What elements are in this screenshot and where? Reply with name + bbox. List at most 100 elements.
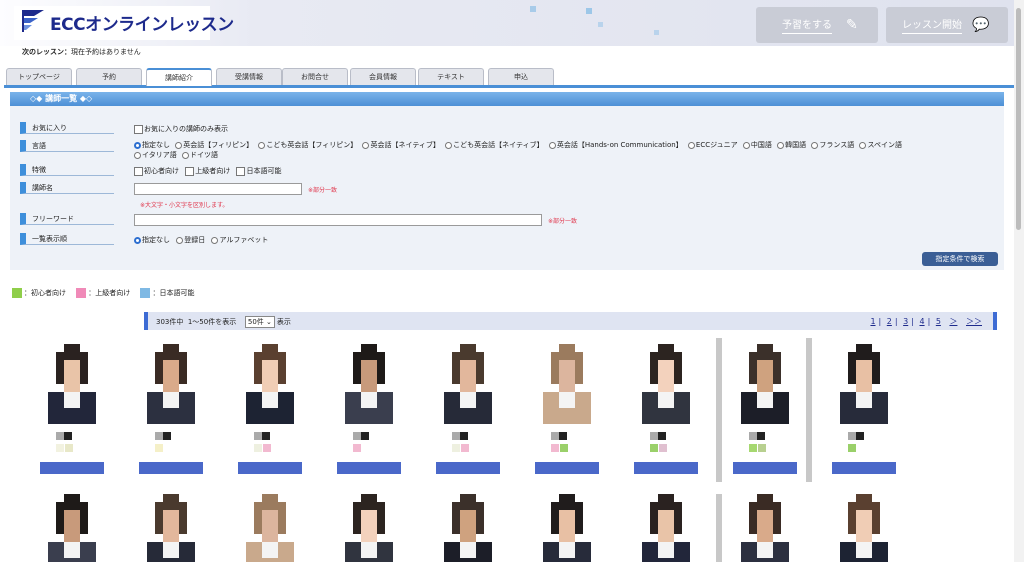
- legend: ：初心者向け ：上級者向け ：日本語可能: [12, 288, 194, 298]
- teacher-card[interactable]: [131, 494, 211, 562]
- teacher-photo[interactable]: [725, 494, 805, 562]
- feature-option[interactable]: 日本語可能: [236, 166, 281, 176]
- language-option[interactable]: 英会話【フィリピン】: [175, 141, 253, 149]
- page-link[interactable]: 1: [870, 317, 875, 326]
- teacher-photo[interactable]: [329, 344, 409, 424]
- teacher-detail-bar[interactable]: [436, 462, 500, 474]
- search-button[interactable]: 指定条件で検索: [922, 252, 998, 266]
- teacher-photo[interactable]: [824, 344, 904, 424]
- page-link[interactable]: 3: [903, 317, 908, 326]
- teacher-card[interactable]: [428, 344, 508, 479]
- last-page-link[interactable]: ＞＞: [966, 317, 982, 326]
- language-option[interactable]: こども英会話【ネイティブ】: [445, 141, 544, 149]
- teacher-card[interactable]: [230, 494, 310, 562]
- teacher-photo[interactable]: [626, 344, 706, 424]
- teacher-card[interactable]: [824, 494, 904, 562]
- language-option[interactable]: 英会話【Hands-on Communication】: [548, 141, 683, 149]
- language-option[interactable]: 英会話【ネイティブ】: [362, 141, 440, 149]
- page-link[interactable]: 4: [919, 317, 924, 326]
- teacher-photo[interactable]: [131, 494, 211, 562]
- page-link[interactable]: 2: [887, 317, 892, 326]
- teacher-card[interactable]: [725, 344, 805, 479]
- teacher-photo[interactable]: [230, 344, 310, 424]
- ecc-logo[interactable]: ECCオンラインレッスン: [14, 6, 234, 40]
- favorites-checkbox[interactable]: [134, 124, 143, 134]
- teacher-photo[interactable]: [32, 494, 112, 562]
- tab-contact[interactable]: お問合せ: [282, 68, 348, 85]
- tab-text[interactable]: テキスト: [418, 68, 484, 85]
- teacher-detail-bar[interactable]: [40, 462, 104, 474]
- teacher-card[interactable]: [32, 344, 112, 479]
- feature-icons: [254, 444, 294, 452]
- teacher-card[interactable]: [230, 344, 310, 479]
- lesson-start-button[interactable]: レッスン開始 💬: [886, 7, 1008, 43]
- feature-options: 初心者向け 上級者向け 日本語可能: [134, 166, 281, 176]
- language-option[interactable]: 中国語: [742, 141, 772, 149]
- teacher-detail-bar[interactable]: [634, 462, 698, 474]
- teacher-card[interactable]: [527, 344, 607, 479]
- japanese-icon: [140, 288, 151, 298]
- teacher-detail-bar[interactable]: [832, 462, 896, 474]
- teacher-detail-bar[interactable]: [139, 462, 203, 474]
- feature-icons: [155, 444, 195, 452]
- teacher-card[interactable]: [428, 494, 508, 562]
- teacher-photo[interactable]: [428, 494, 508, 562]
- language-option[interactable]: イタリア語: [134, 151, 177, 159]
- teacher-detail-bar[interactable]: [337, 462, 401, 474]
- reserve-button[interactable]: 予習をする ✎: [756, 7, 878, 43]
- teacher-card[interactable]: [131, 344, 211, 479]
- teacher-photo[interactable]: [230, 494, 310, 562]
- column-divider: [806, 338, 812, 482]
- per-page-select[interactable]: 50件 ⌄: [244, 316, 275, 328]
- tab-lesson-info[interactable]: 受講情報: [216, 68, 282, 85]
- teacher-card[interactable]: [329, 344, 409, 479]
- scrollbar-thumb[interactable]: [1016, 8, 1021, 230]
- teacher-photo[interactable]: [527, 344, 607, 424]
- teacher-photo[interactable]: [131, 344, 211, 424]
- favorites-option[interactable]: お気に入りの講師のみ表示: [134, 124, 228, 134]
- language-option[interactable]: ドイツ語: [181, 151, 218, 159]
- teacher-photo[interactable]: [725, 344, 805, 424]
- next-page-link[interactable]: ＞: [949, 317, 957, 326]
- teacher-name-mosaic: [551, 432, 591, 440]
- teacher-detail-bar[interactable]: [733, 462, 797, 474]
- language-option[interactable]: 韓国語: [777, 141, 806, 149]
- freeword-input[interactable]: [134, 214, 542, 226]
- teacher-detail-bar[interactable]: [238, 462, 302, 474]
- order-option[interactable]: 指定なし: [134, 236, 170, 244]
- scrollbar[interactable]: [1014, 0, 1024, 562]
- teacher-card[interactable]: [329, 494, 409, 562]
- order-option[interactable]: アルファベット: [211, 236, 268, 244]
- teacher-photo[interactable]: [824, 494, 904, 562]
- language-option[interactable]: ECCジュニア: [687, 141, 738, 149]
- teacher-photo[interactable]: [32, 344, 112, 424]
- teacher-card[interactable]: [626, 344, 706, 479]
- column-divider: [716, 494, 722, 562]
- teacher-card[interactable]: [626, 494, 706, 562]
- feature-option[interactable]: 上級者向け: [185, 166, 230, 176]
- teacher-photo[interactable]: [527, 494, 607, 562]
- tab-reservation[interactable]: 予約: [76, 68, 142, 85]
- teacher-name-mosaic: [353, 432, 393, 440]
- teacher-photo[interactable]: [329, 494, 409, 562]
- teacher-card[interactable]: [824, 344, 904, 479]
- tab-teachers[interactable]: 講師紹介: [146, 68, 212, 86]
- tab-member-info[interactable]: 会員情報: [350, 68, 416, 85]
- teacher-card[interactable]: [32, 494, 112, 562]
- teacher-detail-bar[interactable]: [535, 462, 599, 474]
- language-option[interactable]: 指定なし: [134, 141, 170, 149]
- language-option[interactable]: フランス語: [811, 141, 854, 149]
- language-option[interactable]: スペイン語: [859, 141, 902, 149]
- teacher-name-input[interactable]: [134, 183, 302, 195]
- teacher-card[interactable]: [527, 494, 607, 562]
- teacher-photo[interactable]: [626, 494, 706, 562]
- language-option[interactable]: こども英会話【フィリピン】: [258, 141, 357, 149]
- teacher-photo[interactable]: [428, 344, 508, 424]
- tab-top[interactable]: トップページ: [6, 68, 72, 85]
- teacher-card[interactable]: [725, 494, 805, 562]
- feature-option[interactable]: 初心者向け: [134, 166, 179, 176]
- order-option[interactable]: 登録日: [176, 236, 205, 244]
- page-link[interactable]: 5: [936, 317, 941, 326]
- tab-apply[interactable]: 申込: [488, 68, 554, 85]
- name-partial-note: ※部分一致: [308, 187, 338, 194]
